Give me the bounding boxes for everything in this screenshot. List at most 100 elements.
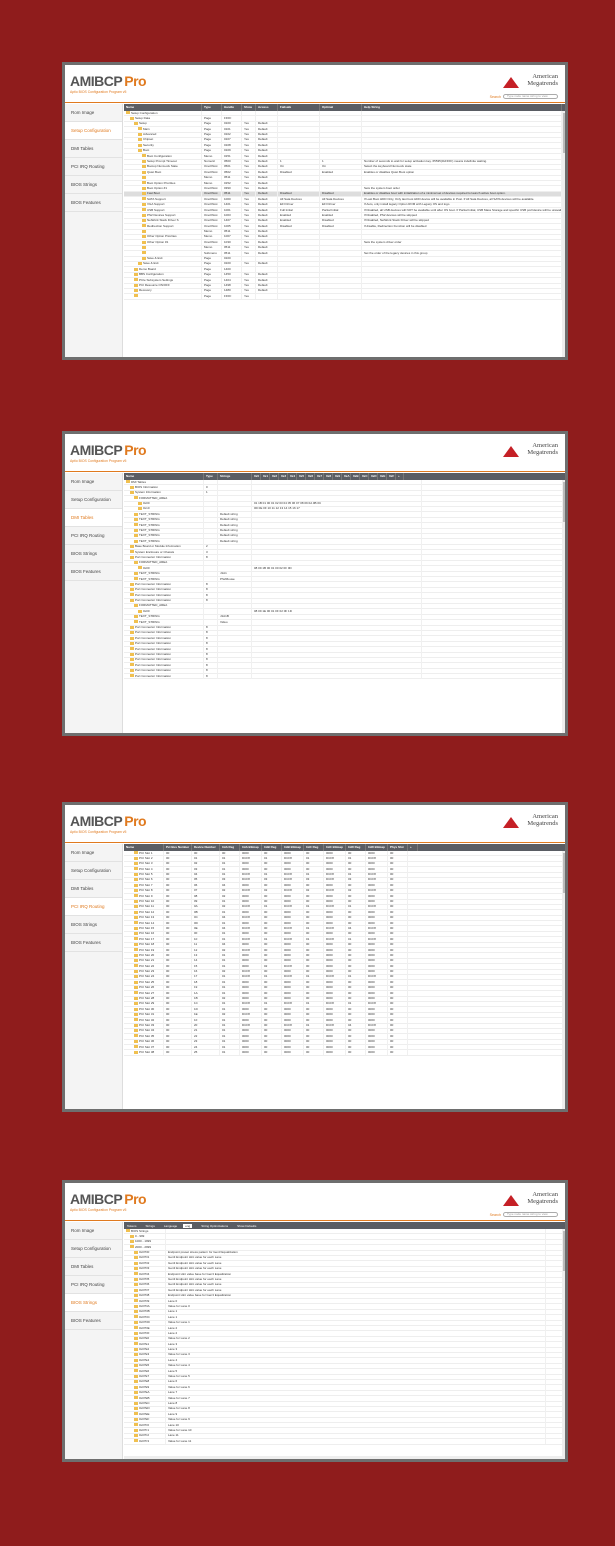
ami-logo-icon [503,77,519,88]
column-header[interactable]: + [408,844,418,851]
folder-icon [134,867,138,871]
vertical-scrollbar[interactable] [562,111,565,357]
table-row[interactable]: Page FFFF Yes [124,293,565,300]
vertical-scrollbar[interactable] [562,480,565,733]
folder-icon [134,969,138,973]
tab-tokens[interactable]: Tokens [124,1224,143,1228]
folder-icon [142,175,146,179]
table-row[interactable]: PCI Slot 38 00 25 01 0000 00 0000 00 0000 00 0000 0… [124,1049,565,1056]
folder-icon [134,1277,138,1281]
folder-icon [134,953,138,957]
table-cell: 0000 [282,1049,304,1056]
folder-icon [134,1374,138,1378]
table-row[interactable]: 0x07F3 Value for Lane 11 [124,1438,565,1445]
sidebar-item-bios-features[interactable]: BIOS Features [65,1312,122,1330]
folder-icon [134,1002,138,1006]
folder-icon [130,598,134,602]
sidebar-item-pci-irq-routing[interactable]: PCI IRQ Routing [65,898,122,916]
folder-icon [134,539,138,543]
folder-icon [134,1250,138,1254]
sidebar-item-bios-strings[interactable]: BIOS Strings [65,916,122,934]
folder-icon [134,1007,138,1011]
ami-logo-icon [503,446,519,457]
sidebar-item-bios-strings[interactable]: BIOS Strings [65,176,122,194]
sidebar-item-rom-image[interactable]: Rom Image [65,844,122,862]
folder-icon [134,571,138,575]
folder-icon [130,485,134,489]
brand-name: American Megatrends [527,1191,558,1205]
table-cell: 0000 [324,1049,346,1056]
sidebar-item-pci-irq-routing[interactable]: PCI IRQ Routing [65,527,122,545]
sidebar-item-setup-configuration[interactable]: Setup Configuration [65,491,122,509]
folder-icon [134,1293,138,1297]
folder-icon [134,899,138,903]
folder-icon [134,991,138,995]
table-cell: Value for Lane 11 [166,1438,546,1445]
show-defaults-toggle[interactable]: Show Defaults [234,1224,262,1228]
language-select[interactable]: eng [183,1223,193,1228]
app-header: AMIBCP Pro Aptio BIOS Configuration Progr… [65,805,565,843]
folder-icon [138,501,142,505]
sidebar-item-bios-strings[interactable]: BIOS Strings [65,545,122,563]
folder-icon [130,668,134,672]
folder-icon [134,1353,138,1357]
folder-icon [134,267,138,271]
sidebar: Rom Image Setup Configuration DMI Tables PC… [65,473,123,733]
folder-icon [134,1423,138,1427]
folder-icon [134,1288,138,1292]
sidebar-item-bios-features[interactable]: BIOS Features [65,563,122,581]
sidebar-item-bios-features[interactable]: BIOS Features [65,194,122,212]
sidebar-item-pci-irq-routing[interactable]: PCI IRQ Routing [65,1276,122,1294]
window-bios-strings: AMIBCP Pro Aptio BIOS Configuration Progr… [62,1180,568,1462]
table-cell: Port Connector Information [124,673,204,679]
folder-icon [142,251,146,255]
folder-icon [134,1029,138,1033]
sidebar-item-dmi-tables[interactable]: DMI Tables [65,880,122,898]
search-input[interactable]: Type node name string to view [503,1212,558,1217]
sidebar-item-pci-irq-routing[interactable]: PCI IRQ Routing [65,158,122,176]
table-cell: Yes [242,293,256,300]
sidebar-item-setup-configuration[interactable]: Setup Configuration [65,1240,122,1258]
folder-icon [134,996,138,1000]
folder-icon [142,170,146,174]
folder-icon [134,283,138,287]
folder-icon [142,197,146,201]
sidebar-item-dmi-tables[interactable]: DMI Tables [65,1258,122,1276]
folder-icon [142,245,146,249]
sidebar-item-bios-strings[interactable]: BIOS Strings [65,1294,122,1312]
folder-icon [134,1320,138,1324]
search-input[interactable]: Type node name string to view [503,94,558,99]
folder-icon [134,289,138,293]
folder-icon [134,856,138,860]
sidebar-item-setup-configuration[interactable]: Setup Configuration [65,122,122,140]
sidebar-item-dmi-tables[interactable]: DMI Tables [65,140,122,158]
vertical-scrollbar[interactable] [562,851,565,1109]
table-cell: 8 [204,673,218,679]
sidebar-item-dmi-tables[interactable]: DMI Tables [65,509,122,527]
folder-icon [130,550,134,554]
sidebar-item-setup-configuration[interactable]: Setup Configuration [65,862,122,880]
folder-icon [126,480,130,484]
folder-icon [138,609,142,613]
sidebar-item-rom-image[interactable]: Rom Image [65,473,122,491]
folder-icon [134,1261,138,1265]
sidebar-item-bios-features[interactable]: BIOS Features [65,934,122,952]
folder-icon [134,1272,138,1276]
vertical-scrollbar[interactable] [562,1229,565,1459]
sidebar-item-rom-image[interactable]: Rom Image [65,104,122,122]
folder-icon [134,1299,138,1303]
folder-icon [134,1347,138,1351]
folder-icon [134,1434,138,1438]
tab-strings[interactable]: Strings [143,1224,161,1228]
string-optimizations-toggle[interactable]: String Optimizations [198,1224,234,1228]
folder-icon [134,1034,138,1038]
table-cell: FFFF [222,293,242,300]
folder-icon [134,894,138,898]
folder-icon [142,240,146,244]
sidebar-item-rom-image[interactable]: Rom Image [65,1222,122,1240]
horizontal-scrollbar[interactable] [124,1456,562,1459]
app-tagline: Aptio BIOS Configuration Program v5 [70,459,127,463]
table-row[interactable]: Port Connector Information 8 [124,673,565,680]
irq-grid: Name Pci Bus Number Device Number IntA Reg I… [124,844,565,1109]
table-cell: PCI Slot 38 [124,1049,164,1056]
